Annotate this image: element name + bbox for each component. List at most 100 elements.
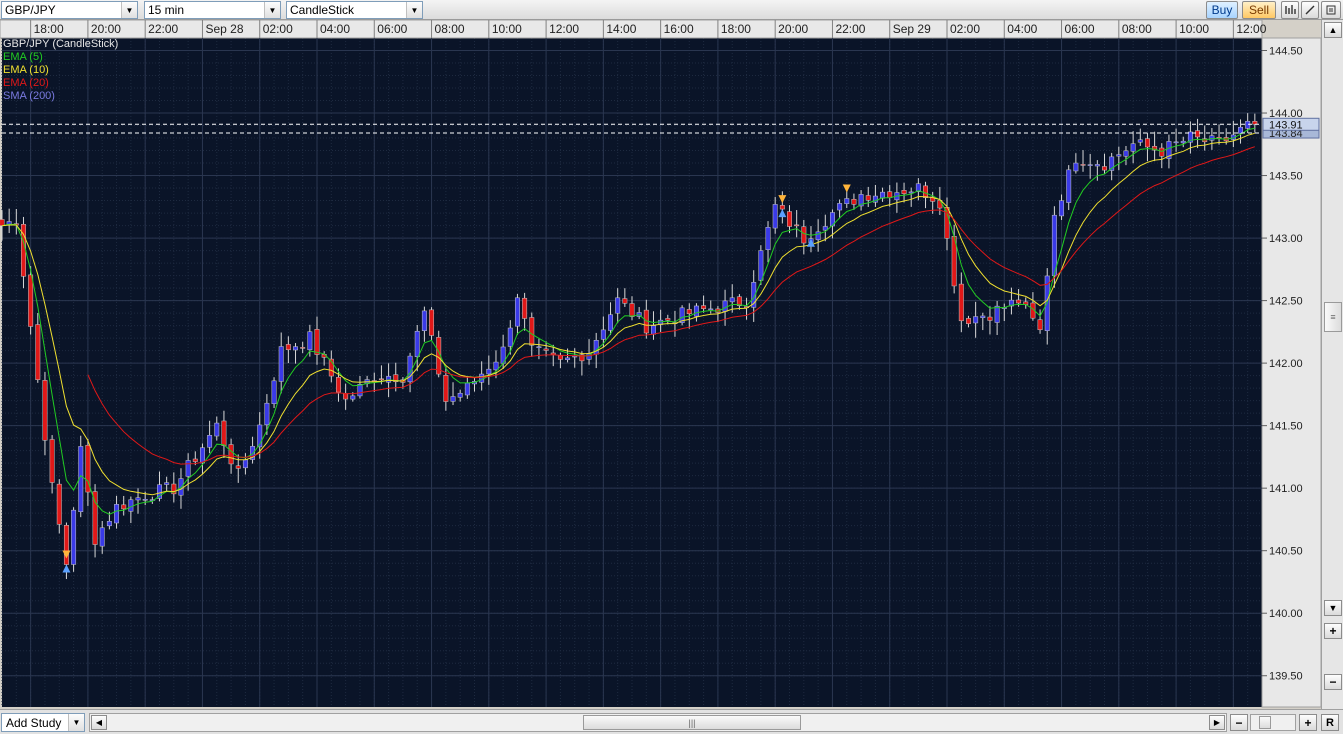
add-study-select[interactable]: Add Study ▼ (1, 713, 85, 732)
time-scrollbar[interactable]: ◀ ||| ▶ (89, 713, 1227, 732)
time-tick-label: Sep 29 (893, 22, 931, 36)
candle-down (35, 324, 41, 380)
candle-down (543, 348, 549, 351)
interval-select[interactable]: 15 min ▼ (144, 1, 281, 19)
zoom-out-icon[interactable]: − (1324, 674, 1342, 690)
time-scroll-thumb[interactable]: ||| (583, 715, 801, 730)
candle-down (686, 309, 692, 315)
time-tick-label: 22:00 (835, 22, 865, 36)
candle-down (787, 211, 792, 227)
candle-up (71, 509, 77, 565)
candle-down (665, 318, 671, 321)
candle-up (1209, 135, 1215, 141)
scroll-right-icon[interactable]: ▶ (1209, 715, 1225, 730)
time-tick-label: 08:00 (435, 22, 465, 36)
price-tick-label: 144.50 (1269, 46, 1303, 58)
candle-up (307, 331, 313, 351)
buy-button[interactable]: Buy (1206, 1, 1238, 19)
candle-up (457, 392, 463, 398)
candle-down (801, 226, 807, 244)
chevron-down-icon[interactable]: ▼ (68, 714, 84, 731)
time-tick-label: 04:00 (320, 22, 350, 36)
zoom-in-time-icon[interactable]: + (1299, 714, 1317, 731)
chevron-down-icon[interactable]: ▼ (406, 2, 422, 18)
candle-down (622, 298, 628, 304)
legend-item: EMA (20) (3, 77, 49, 89)
candle-up (450, 396, 456, 402)
candle-up (608, 314, 613, 331)
time-tick-label: 02:00 (263, 22, 293, 36)
candle-down (958, 283, 964, 322)
candle-up (973, 316, 979, 324)
candle-up (536, 346, 542, 348)
candle-down (314, 329, 320, 355)
candle-up (994, 305, 1000, 323)
time-zoom-slider[interactable] (1250, 714, 1296, 731)
scroll-up-icon[interactable]: ▲ (1324, 22, 1342, 38)
settings-icon[interactable] (1321, 1, 1341, 19)
candle-up (1180, 140, 1186, 144)
candle-down (228, 444, 234, 465)
chart-area[interactable]: 18:00 20:00 22:00 Sep 28 02:00 04:00 06:00 08:0… (0, 19, 1343, 709)
time-tick-label: 06:00 (377, 22, 407, 36)
chevron-down-icon[interactable]: ▼ (264, 2, 280, 18)
time-tick-label: 16:00 (664, 22, 694, 36)
candle-up (593, 340, 599, 355)
candle-up (207, 435, 213, 448)
candle-down (1016, 299, 1022, 304)
candle-up (293, 346, 298, 351)
bar-chart-icon[interactable] (1281, 1, 1299, 19)
candle-up (880, 191, 886, 199)
legend-item: SMA (200) (3, 90, 55, 102)
price-tick-label: 139.50 (1269, 671, 1303, 683)
legend-item: EMA (5) (3, 51, 43, 63)
candle-up (514, 297, 520, 327)
candle-down (1159, 147, 1165, 157)
price-scroll-thumb[interactable]: ≡ (1324, 302, 1342, 332)
candle-up (1173, 141, 1179, 144)
candle-down (851, 198, 857, 205)
price-tick-label: 143.00 (1269, 233, 1303, 245)
candle-up (242, 459, 248, 469)
sell-button[interactable]: Sell (1242, 1, 1276, 19)
zoom-out-time-icon[interactable]: − (1230, 714, 1248, 731)
time-tick-label: 22:00 (148, 22, 178, 36)
candle-up (164, 482, 170, 485)
scroll-left-icon[interactable]: ◀ (91, 715, 107, 730)
candle-down (887, 191, 893, 198)
scroll-down-icon[interactable]: ▼ (1324, 600, 1342, 616)
candle-down (901, 190, 907, 194)
candle-down (56, 483, 62, 525)
zoom-slider-thumb[interactable] (1259, 716, 1271, 729)
time-tick-label: 12:00 (549, 22, 579, 36)
candle-up (421, 310, 427, 332)
symbol-select[interactable]: GBP/JPY ▼ (1, 1, 138, 19)
price-tick-label: 142.50 (1269, 296, 1303, 308)
price-tick-label: 141.50 (1269, 421, 1303, 433)
chart-type-select[interactable]: CandleStick ▼ (286, 1, 423, 19)
candle-down (1144, 138, 1150, 148)
candle-down (1037, 319, 1043, 331)
candle-up (479, 373, 485, 383)
candle-up (185, 460, 191, 477)
time-tick-label: 14:00 (606, 22, 636, 36)
candlestick-chart[interactable]: 18:00 20:00 22:00 Sep 28 02:00 04:00 06:00 08:0… (0, 19, 1322, 709)
current-price-label: 143.91 (1269, 119, 1303, 131)
time-tick-label: 06:00 (1065, 22, 1095, 36)
candle-up (765, 227, 771, 250)
zoom-in-icon[interactable]: + (1324, 623, 1342, 639)
candle-down (63, 525, 69, 565)
candle-up (729, 297, 735, 303)
reset-button[interactable]: R (1321, 714, 1339, 731)
time-tick-label: 20:00 (91, 22, 121, 36)
chevron-down-icon[interactable]: ▼ (121, 2, 137, 18)
candle-up (1066, 169, 1072, 203)
draw-line-icon[interactable] (1301, 1, 1319, 19)
candle-down (343, 393, 349, 400)
candle-up (1130, 143, 1136, 152)
candle-down (701, 305, 707, 309)
candle-down (923, 185, 928, 198)
candle-up (135, 497, 141, 501)
candle-up (114, 504, 120, 524)
price-scrollbar[interactable]: ▲ ≡ ▼ + − (1321, 20, 1343, 709)
